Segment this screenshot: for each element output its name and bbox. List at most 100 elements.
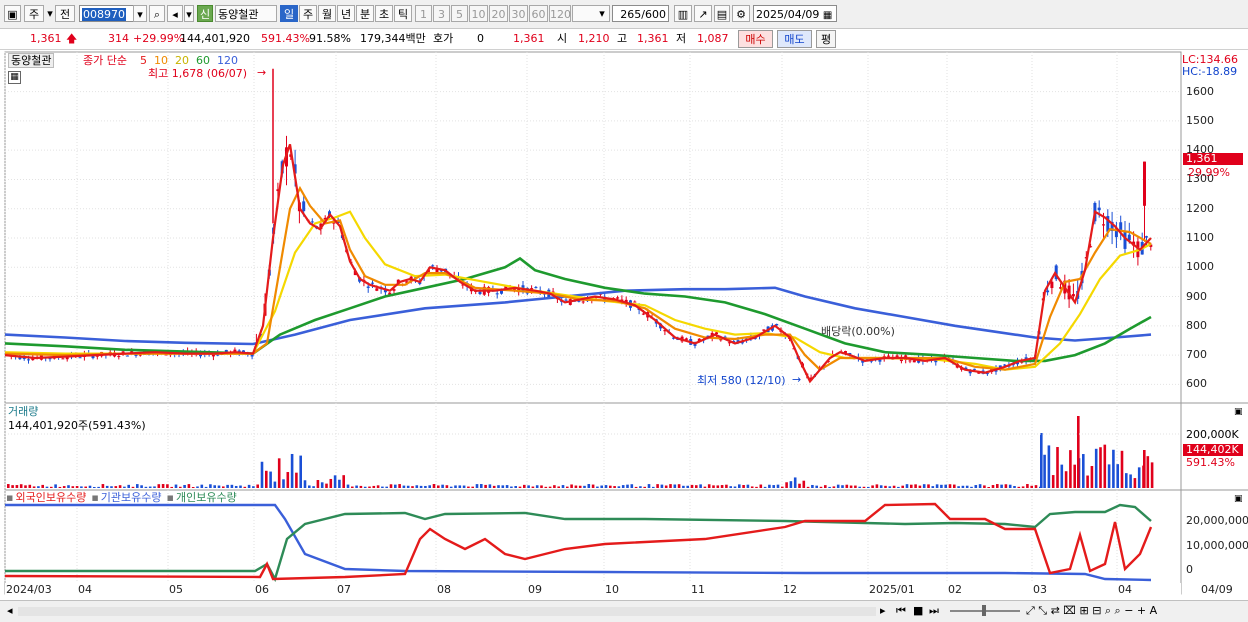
scroll-right-icon[interactable]: ▸ bbox=[880, 604, 886, 617]
volume-panel-close-icon[interactable]: ▣ bbox=[1234, 406, 1243, 419]
volume-bar bbox=[41, 484, 44, 488]
tick-button-1[interactable]: 3 bbox=[433, 5, 450, 22]
stop-icon[interactable]: ■ bbox=[913, 604, 923, 617]
ma-legend-10[interactable]: 10 bbox=[154, 54, 168, 67]
volume-bar bbox=[1143, 450, 1146, 488]
period-button-3[interactable]: 년 bbox=[337, 5, 355, 22]
code-dropdown-icon[interactable]: ▾ bbox=[133, 5, 147, 22]
save-icon[interactable]: ▤ bbox=[714, 5, 730, 22]
volume-bar bbox=[1073, 464, 1076, 488]
holding-legend-box[interactable]: ▪ bbox=[167, 491, 174, 504]
drawing-tools-icon[interactable]: ⤢ ⤡ ⇄ ⌧ ⊞ ⊟ ⌕ ⌕ − + A bbox=[1026, 604, 1157, 617]
tick-button-3[interactable]: 10 bbox=[469, 5, 488, 22]
tick-button-6[interactable]: 60 bbox=[529, 5, 548, 22]
credit-badge: 신 bbox=[197, 5, 213, 22]
volume-bar bbox=[566, 486, 569, 488]
tick-button-4[interactable]: 20 bbox=[489, 5, 508, 22]
volume-bar bbox=[961, 485, 965, 488]
volume-bar bbox=[621, 485, 625, 488]
volume-bar bbox=[763, 486, 767, 488]
volume-bar bbox=[901, 485, 904, 488]
holding-legend-item[interactable]: 외국인보유수량 bbox=[15, 491, 86, 504]
volume-bar bbox=[372, 485, 376, 488]
calendar-icon[interactable]: ▦ bbox=[823, 10, 832, 21]
volume-bar bbox=[725, 484, 728, 488]
month-tick-label: 06 bbox=[255, 583, 269, 596]
ma-legend-20[interactable]: 20 bbox=[175, 54, 189, 67]
chart-toolbar: ▣ 주 ▾ 전 008970 ▾ ⌕ ◂ ▾ 신 동양철관 일주월년분초틱 13… bbox=[0, 0, 1248, 29]
period-button-4[interactable]: 분 bbox=[356, 5, 374, 22]
count-input[interactable]: 265/600 bbox=[612, 5, 669, 22]
gear-icon[interactable]: ⚙ bbox=[732, 5, 750, 22]
ma-legend-5[interactable]: 5 bbox=[140, 54, 147, 67]
price-tag: 1,361 bbox=[1183, 153, 1243, 165]
rewind-icon[interactable]: ⏮ bbox=[896, 604, 906, 617]
scroll-left-icon[interactable]: ◂ bbox=[7, 604, 13, 617]
ma-legend-60[interactable]: 60 bbox=[196, 54, 210, 67]
tick-dropdown-icon[interactable]: ▾ bbox=[596, 5, 608, 22]
volume-bar bbox=[978, 484, 982, 488]
volume-bar bbox=[862, 486, 866, 488]
volume-bar bbox=[514, 486, 517, 488]
forward-icon[interactable]: ⏭ bbox=[929, 604, 939, 617]
volume-bar bbox=[798, 483, 801, 488]
volume-bar bbox=[363, 486, 367, 488]
search-icon[interactable]: ⌕ bbox=[149, 5, 165, 22]
speaker-dropdown-icon[interactable]: ▾ bbox=[184, 5, 194, 22]
stock-code-input[interactable]: 008970 bbox=[79, 5, 137, 22]
zoom-slider-handle[interactable] bbox=[982, 605, 986, 616]
period-button-6[interactable]: 틱 bbox=[394, 5, 412, 22]
tick-button-0[interactable]: 1 bbox=[415, 5, 432, 22]
tick-button-7[interactable]: 120 bbox=[549, 5, 571, 22]
low-annotation: 최저 580 (12/10) bbox=[697, 374, 786, 387]
period-button-2[interactable]: 월 bbox=[318, 5, 336, 22]
sell-button[interactable]: 매도 bbox=[777, 30, 812, 48]
volume-bar bbox=[342, 475, 345, 488]
volume-bar bbox=[191, 486, 195, 488]
volume-bar bbox=[54, 484, 57, 488]
volume-bar bbox=[269, 471, 272, 488]
period-type-label: 주 bbox=[28, 8, 40, 21]
volume-bar bbox=[179, 486, 182, 488]
tick-button-5[interactable]: 30 bbox=[509, 5, 528, 22]
volume-bar bbox=[931, 486, 935, 488]
volume-bar bbox=[905, 484, 909, 488]
period-button-1[interactable]: 주 bbox=[299, 5, 317, 22]
holding-legend-item[interactable]: 개인보유수량 bbox=[176, 491, 237, 504]
up-arrow-icon: 🡅 bbox=[66, 32, 78, 45]
volume-bar bbox=[583, 485, 586, 488]
holding-panel-close-icon[interactable]: ▣ bbox=[1234, 493, 1243, 506]
table-view-icon[interactable]: ▦ bbox=[8, 71, 21, 84]
volume-bar bbox=[656, 484, 659, 488]
scroll-track[interactable] bbox=[18, 607, 876, 616]
ma-legend-120[interactable]: 120 bbox=[217, 54, 238, 67]
volume-bar bbox=[174, 484, 178, 488]
window-menu-icon[interactable]: ▣ bbox=[4, 5, 21, 22]
month-tick-label: 02 bbox=[948, 583, 962, 596]
volume-bar bbox=[531, 486, 535, 488]
chart-stock-label[interactable]: 동양철관 bbox=[8, 53, 55, 68]
date-input[interactable]: 2025/04/09 ▦ bbox=[753, 5, 837, 22]
speaker-icon[interactable]: ◂ bbox=[167, 5, 183, 22]
candle-body bbox=[1102, 224, 1105, 226]
volume-bar bbox=[110, 486, 113, 488]
candle-type-icon[interactable]: ▥ bbox=[674, 5, 692, 22]
volume-bar bbox=[1051, 475, 1055, 488]
volume-bar bbox=[88, 485, 92, 488]
holding-legend-box[interactable]: ▪ bbox=[91, 491, 98, 504]
period-button-0[interactable]: 일 bbox=[280, 5, 298, 22]
holding-legend-item[interactable]: 기관보유수량 bbox=[101, 491, 162, 504]
period-type-select[interactable]: 주 bbox=[24, 5, 44, 22]
buy-button[interactable]: 매수 bbox=[738, 30, 773, 48]
volume-bar bbox=[183, 485, 186, 488]
volume-bar bbox=[260, 461, 264, 488]
volume-bar bbox=[1021, 486, 1025, 488]
tick-button-2[interactable]: 5 bbox=[451, 5, 468, 22]
period-dropdown-icon[interactable]: ▾ bbox=[47, 5, 53, 22]
period-button-5[interactable]: 초 bbox=[375, 5, 393, 22]
eval-button[interactable]: 평 bbox=[816, 30, 836, 48]
overlay-icon[interactable]: ↗ bbox=[694, 5, 712, 22]
holding-legend-box[interactable]: ▪ bbox=[6, 491, 13, 504]
prev-button[interactable]: 전 bbox=[55, 5, 75, 22]
price-chart[interactable] bbox=[0, 49, 1248, 600]
